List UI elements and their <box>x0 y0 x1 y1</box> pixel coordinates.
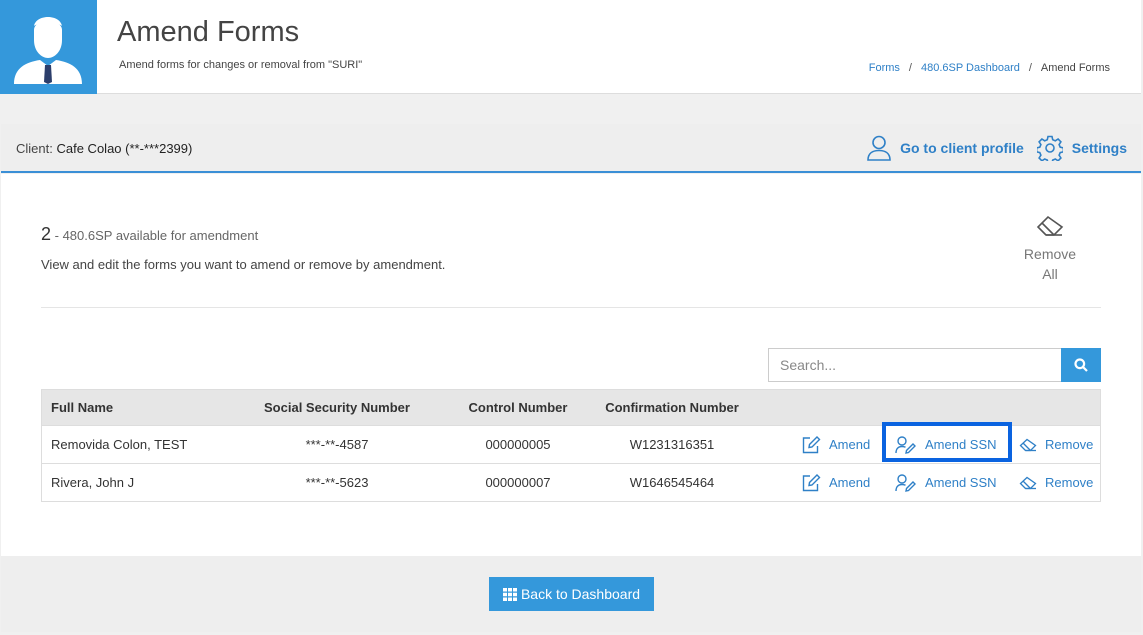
breadcrumb: Forms / 480.6SP Dashboard / Amend Forms <box>869 62 1110 74</box>
header-ssn: Social Security Number <box>264 400 410 415</box>
client-label: Client: <box>16 141 53 156</box>
breadcrumb-separator: / <box>908 62 912 74</box>
breadcrumb-separator: / <box>1028 62 1032 74</box>
search-icon <box>1074 358 1088 372</box>
amend-button[interactable]: Amend <box>802 464 870 501</box>
page-subtitle: Amend forms for changes or removal from … <box>119 59 363 71</box>
table-header: Full Name Social Security Number Control… <box>42 390 1100 425</box>
edit-icon <box>802 473 821 491</box>
breadcrumb-dashboard[interactable]: 480.6SP Dashboard <box>921 62 1020 74</box>
remove-button[interactable]: Remove <box>1019 426 1093 463</box>
amend-ssn-highlight <box>882 422 1012 462</box>
amend-label: Amend <box>829 475 871 490</box>
client-info: Client: Cafe Colao (**-***2399) <box>16 141 192 156</box>
header-control-number: Control Number <box>468 400 568 415</box>
breadcrumb-forms[interactable]: Forms <box>869 62 900 74</box>
amend-label: Amend <box>829 437 871 452</box>
settings-link-label: Settings <box>1071 140 1127 156</box>
eraser-icon <box>1019 476 1037 489</box>
amend-ssn-button[interactable]: Amend SSN <box>895 464 997 501</box>
divider <box>41 307 1101 308</box>
gear-icon <box>1036 135 1063 161</box>
description: View and edit the forms you want to amen… <box>41 257 446 272</box>
available-count: 2 - 480.6SP available for amendment <box>41 224 258 245</box>
page-title: Amend Forms <box>117 16 300 48</box>
eraser-icon <box>1036 215 1064 236</box>
main-panel: 2 - 480.6SP available for amendment View… <box>1 174 1141 556</box>
edit-icon <box>802 435 821 453</box>
table-row: Rivera, John J ***-**-5623 000000007 W16… <box>42 463 1100 501</box>
client-bar: Client: Cafe Colao (**-***2399) Go to cl… <box>1 124 1141 173</box>
search-button[interactable] <box>1061 348 1101 382</box>
amend-ssn-label: Amend SSN <box>925 475 997 490</box>
search-bar <box>768 348 1101 382</box>
remove-all-label-1: Remove <box>1023 246 1077 262</box>
table-row: Removida Colon, TEST ***-**-4587 0000000… <box>42 422 1100 463</box>
back-to-dashboard-label: Back to Dashboard <box>520 586 641 602</box>
user-avatar-icon <box>14 17 82 84</box>
remove-button[interactable]: Remove <box>1019 464 1093 501</box>
breadcrumb-current: Amend Forms <box>1040 62 1110 74</box>
count-text: - 480.6SP available for amendment <box>54 228 259 243</box>
forms-table: Full Name Social Security Number Control… <box>41 389 1101 502</box>
grid-icon <box>502 587 517 601</box>
user-icon <box>867 135 891 161</box>
count-number: 2 <box>41 224 52 244</box>
remove-all-button[interactable]: Remove All <box>1015 215 1085 284</box>
page-header: Amend Forms Amend forms for changes or r… <box>0 0 1141 94</box>
search-input[interactable] <box>768 348 1061 382</box>
remove-label: Remove <box>1045 437 1094 452</box>
client-name: Cafe Colao (**-***2399) <box>56 141 193 156</box>
go-to-client-profile-link[interactable]: Go to client profile <box>867 135 1024 161</box>
header-avatar <box>0 0 97 94</box>
header-confirmation-number: Confirmation Number <box>605 400 739 415</box>
remove-all-label-2: All <box>1042 266 1058 282</box>
remove-label: Remove <box>1045 475 1094 490</box>
amend-button[interactable]: Amend <box>802 426 870 463</box>
user-edit-icon <box>895 473 916 492</box>
header-full-name: Full Name <box>51 400 114 415</box>
footer: Back to Dashboard <box>1 556 1141 632</box>
profile-link-label: Go to client profile <box>900 140 1024 156</box>
settings-link[interactable]: Settings <box>1036 135 1127 161</box>
eraser-icon <box>1019 438 1037 451</box>
back-to-dashboard-button[interactable]: Back to Dashboard <box>489 577 654 611</box>
